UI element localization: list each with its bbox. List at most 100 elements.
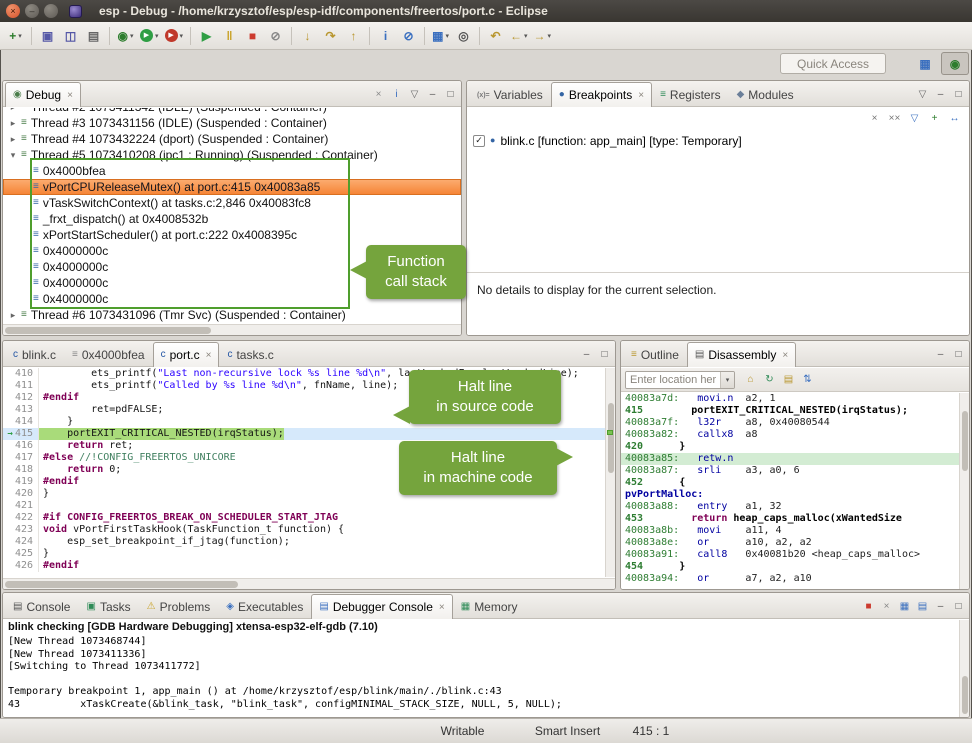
view-menu-icon[interactable]: ▽	[406, 86, 423, 103]
editor-tab-0x4000bfea[interactable]: ≡0x4000bfea	[64, 342, 153, 367]
code-line-423[interactable]: 423void vPortFirstTaskHook(TaskFunction_…	[3, 524, 605, 536]
overview-ruler-halt-mark[interactable]	[607, 430, 613, 435]
disassembly-current-line[interactable]: 40083a85: retw.n	[621, 453, 959, 465]
disassembly-line[interactable]: 40083a91: call8 0x40081b20 <heap_caps_ma…	[621, 549, 959, 561]
debug-hscroll-thumb[interactable]	[5, 327, 211, 334]
debug-thread-row[interactable]: ▸≡Thread #4 1073432224 (dport) (Suspende…	[3, 131, 461, 147]
new-c-project-icon[interactable]: ▦▾	[430, 25, 451, 47]
debug-thread-row[interactable]: ▸≡Thread #3 1073431156 (IDLE) (Suspended…	[3, 115, 461, 131]
remove-launch-icon[interactable]: ×	[878, 598, 895, 615]
editor-tab-port-c-close[interactable]: ×	[206, 350, 212, 361]
remove-all-breakpoints-icon[interactable]: ××	[886, 110, 903, 127]
print-icon[interactable]: ▤	[83, 25, 104, 47]
location-dropdown-icon[interactable]: ▾	[720, 371, 734, 389]
debug-icon-dropdown[interactable]: ▾	[130, 32, 134, 40]
code-line-413[interactable]: 413 ret=pdFALSE;	[3, 404, 605, 416]
disassembly-line[interactable]: 40083a88: entry a1, 32	[621, 501, 959, 513]
console-output[interactable]: [New Thread 1073468744][New Thread 10734…	[8, 633, 953, 715]
skip-all-breakpoints-icon[interactable]: ⊘	[398, 25, 419, 47]
external-tools-icon[interactable]: ▶▾	[163, 25, 186, 47]
disassembly-location-input[interactable]	[626, 372, 720, 388]
debug-stack-frame-row[interactable]: ≡0x4000bfea	[3, 163, 461, 179]
debug-thread-row[interactable]: ▸≡Thread #6 1073431096 (Tmr Svc) (Suspen…	[3, 307, 461, 323]
editor-tab-tasks-c[interactable]: ctasks.c	[219, 342, 281, 367]
view-tab-breakpoints-close[interactable]: ×	[638, 90, 644, 101]
view-tab-memory[interactable]: ▦Memory	[453, 594, 526, 619]
search-icon[interactable]: ◎	[453, 25, 474, 47]
quick-access-box[interactable]: Quick Access	[780, 53, 886, 74]
view-tab-outline[interactable]: ≡Outline	[623, 342, 687, 367]
code-line-417[interactable]: 417#else //!CONFIG_FREERTOS_UNICORE	[3, 452, 605, 464]
minimize-icon[interactable]: –	[932, 598, 949, 615]
instruction-stepping-icon[interactable]: i	[375, 25, 396, 47]
minimize-icon[interactable]: –	[424, 86, 441, 103]
disassembly-line[interactable]: 40083a7f: l32r a8, 0x40080544	[621, 417, 959, 429]
editor-tab-port-c[interactable]: cport.c×	[153, 342, 220, 367]
refresh-icon[interactable]: ↻	[761, 371, 778, 388]
suspend-icon[interactable]: ‖	[219, 25, 240, 47]
sync-selection-icon[interactable]: ⇅	[799, 371, 816, 388]
debug-thread-row[interactable]: ▸≡Thread #2 1073411342 (IDLE) (Suspended…	[3, 108, 461, 115]
terminate-icon[interactable]: ■	[242, 25, 263, 47]
disassembly-line[interactable]: 420 }	[621, 441, 959, 453]
back-icon-dropdown[interactable]: ▾	[524, 32, 528, 40]
view-tab-tasks[interactable]: ▣Tasks	[78, 594, 138, 619]
console-vscroll-thumb[interactable]	[962, 676, 968, 714]
code-line-415[interactable]: →415 portEXIT_CRITICAL_NESTED(irqStatus)…	[3, 428, 605, 440]
debug-stack-frame-row[interactable]: ≡vTaskSwitchContext() at tasks.c:2,846 0…	[3, 195, 461, 211]
new-wizard-icon[interactable]: +▾	[5, 25, 26, 47]
debug-stack-frame-row[interactable]: ≡xPortStartScheduler() at port.c:222 0x4…	[3, 227, 461, 243]
disassembly-line[interactable]: 40083a87: srli a3, a0, 6	[621, 465, 959, 477]
maximize-icon[interactable]: □	[950, 86, 967, 103]
source-editor[interactable]: 410 ets_printf("Last non-recursive lock …	[3, 368, 605, 577]
remove-all-terminated-icon[interactable]: ×	[370, 86, 387, 103]
editor-tab-blink-c[interactable]: cblink.c	[5, 342, 64, 367]
maximize-icon[interactable]: □	[596, 346, 613, 363]
external-tools-icon-dropdown[interactable]: ▾	[180, 32, 184, 40]
resume-icon[interactable]: ▶	[196, 25, 217, 47]
view-tab-debug-close[interactable]: ×	[67, 90, 73, 101]
disconnect-icon[interactable]: ⊘	[265, 25, 286, 47]
view-tab-disassembly[interactable]: ▤Disassembly×	[687, 342, 796, 367]
cpp-perspective-button[interactable]: ▦	[911, 52, 939, 75]
disassembly-listing[interactable]: 40083a7d: movi.n a2, 1415 portEXIT_CRITI…	[621, 393, 959, 589]
view-tab-debugger-console-close[interactable]: ×	[439, 602, 445, 613]
view-tab-disassembly-close[interactable]: ×	[782, 350, 788, 361]
code-line-421[interactable]: 421	[3, 500, 605, 512]
breakpoint-checkbox[interactable]: ✓	[473, 135, 485, 147]
show-source-icon[interactable]: ▤	[780, 371, 797, 388]
new-wizard-icon-dropdown[interactable]: ▾	[18, 32, 22, 40]
maximize-icon[interactable]: □	[950, 598, 967, 615]
forward-icon[interactable]: →▾	[532, 25, 554, 47]
code-line-420[interactable]: 420}	[3, 488, 605, 500]
terminate-icon[interactable]: ■	[860, 598, 877, 615]
minimize-icon[interactable]: –	[932, 346, 949, 363]
debug-stack-frame-row[interactable]: ≡0x4000000c	[3, 259, 461, 275]
disassembly-line[interactable]: 40083a94: or a7, a2, a10	[621, 573, 959, 585]
code-line-414[interactable]: 414 }	[3, 416, 605, 428]
window-maximize-button[interactable]	[44, 4, 58, 18]
disassembly-line[interactable]: 40083a82: callx8 a8	[621, 429, 959, 441]
editor-hscrollbar[interactable]	[3, 578, 615, 589]
disassembly-line[interactable]: 452 {	[621, 477, 959, 489]
view-tab-variables[interactable]: (x)=Variables	[469, 82, 551, 107]
debug-stack-frame-row[interactable]: ≡vPortCPUReleaseMutex() at port.c:415 0x…	[3, 179, 461, 195]
disassembly-vscroll-thumb[interactable]	[962, 411, 968, 471]
minimize-icon[interactable]: –	[932, 86, 949, 103]
disassembly-line[interactable]: 415 portEXIT_CRITICAL_NESTED(irqStatus);	[621, 405, 959, 417]
twistie-collapsed-icon[interactable]: ▸	[7, 310, 19, 321]
minimize-icon[interactable]: –	[578, 346, 595, 363]
debug-stack-frame-row[interactable]: ≡0x4000000c	[3, 291, 461, 307]
breakpoint-item[interactable]: ✓ ● blink.c [function: app_main] [type: …	[473, 132, 742, 149]
code-line-411[interactable]: 411 ets_printf("Called by %s line %d\n",…	[3, 380, 605, 392]
editor-vscroll-thumb[interactable]	[608, 403, 614, 473]
debug-stack-frame-row[interactable]: ≡0x4000000c	[3, 243, 461, 259]
run-icon[interactable]: ▶▾	[138, 25, 161, 47]
save-all-icon[interactable]: ◫	[60, 25, 81, 47]
goto-pc-icon[interactable]: ⌂	[742, 371, 759, 388]
view-menu-icon[interactable]: ▽	[914, 86, 931, 103]
code-line-425[interactable]: 425}	[3, 548, 605, 560]
view-tab-debugger-console[interactable]: ▤Debugger Console×	[311, 594, 452, 619]
run-icon-dropdown[interactable]: ▾	[155, 32, 159, 40]
twistie-expanded-icon[interactable]: ▾	[7, 150, 19, 161]
